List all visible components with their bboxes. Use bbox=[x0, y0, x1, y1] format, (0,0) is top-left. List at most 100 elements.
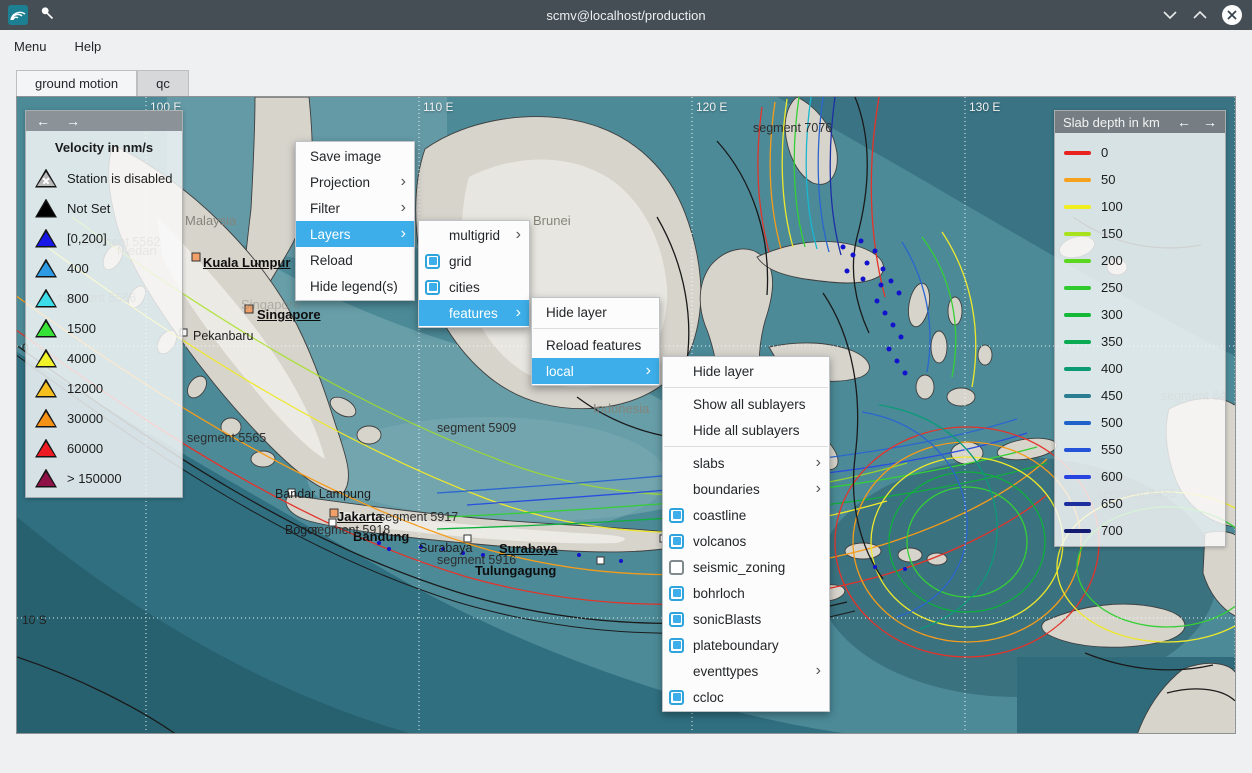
menubar-item-help[interactable]: Help bbox=[61, 35, 116, 58]
line-swatch-icon bbox=[1064, 205, 1091, 209]
menu-item-show-all-sublayers[interactable]: Show all sublayers bbox=[663, 391, 829, 417]
legend-item: 0 bbox=[1055, 139, 1225, 166]
legend-item: > 150000 bbox=[26, 463, 182, 493]
triangle-swatch-icon bbox=[35, 379, 57, 398]
menu-item-slabs[interactable]: slabs› bbox=[663, 450, 829, 476]
plateboundary-checkbox[interactable] bbox=[669, 638, 684, 653]
statusbar bbox=[0, 734, 1252, 773]
legend-item: 450 bbox=[1055, 382, 1225, 409]
sonicblasts-checkbox[interactable] bbox=[669, 612, 684, 627]
menu-item-save-image[interactable]: Save image bbox=[296, 143, 414, 169]
ccloc-checkbox[interactable] bbox=[669, 690, 684, 705]
legend-prev-arrow-icon[interactable]: ← bbox=[36, 113, 50, 129]
line-swatch-icon bbox=[1064, 448, 1091, 452]
bohrloch-checkbox[interactable] bbox=[669, 586, 684, 601]
line-swatch-icon bbox=[1064, 232, 1091, 236]
legend-item: 50 bbox=[1055, 166, 1225, 193]
legend-item: Not Set bbox=[26, 193, 182, 223]
context-menu-main: Save image Projection› Filter› Layers› R… bbox=[295, 141, 415, 301]
menu-item-seismic-zoning[interactable]: seismic_zoning bbox=[663, 554, 829, 580]
chevron-right-icon: › bbox=[516, 227, 521, 243]
seismic-zoning-checkbox[interactable] bbox=[669, 560, 684, 575]
chevron-right-icon: › bbox=[816, 455, 821, 471]
line-swatch-icon bbox=[1064, 340, 1091, 344]
menu-item-filter[interactable]: Filter› bbox=[296, 195, 414, 221]
legend-item: 100 bbox=[1055, 193, 1225, 220]
line-swatch-icon bbox=[1064, 394, 1091, 398]
chevron-right-icon: › bbox=[516, 305, 521, 321]
map-canvas[interactable]: 100 E 110 E 120 E 130 E 0 10 S Malaysia … bbox=[16, 96, 1236, 734]
menu-item-eventtypes[interactable]: eventtypes› bbox=[663, 658, 829, 684]
legend-item: 550 bbox=[1055, 436, 1225, 463]
menu-item-reload[interactable]: Reload bbox=[296, 247, 414, 273]
legend-item: 60000 bbox=[26, 433, 182, 463]
legend-item: 200 bbox=[1055, 247, 1225, 274]
legend-item: 700 bbox=[1055, 517, 1225, 544]
legend-prev-arrow-icon[interactable]: ← bbox=[1177, 114, 1191, 130]
volcanos-checkbox[interactable] bbox=[669, 534, 684, 549]
slab-legend-title: Slab depth in km bbox=[1063, 115, 1160, 130]
menu-item-hide-all-sublayers[interactable]: Hide all sublayers bbox=[663, 417, 829, 443]
coastline-checkbox[interactable] bbox=[669, 508, 684, 523]
chevron-right-icon: › bbox=[401, 226, 406, 242]
menu-item-multigrid[interactable]: multigrid› bbox=[419, 222, 529, 248]
context-menu-features: Hide layer Reload features local› bbox=[531, 297, 660, 386]
menubar: Menu Help bbox=[0, 30, 1252, 62]
menu-item-volcanos[interactable]: volcanos bbox=[663, 528, 829, 554]
velocity-legend-title: Velocity in nm/s bbox=[26, 140, 182, 155]
legend-item: 300 bbox=[1055, 301, 1225, 328]
menu-item-hide-legends[interactable]: Hide legend(s) bbox=[296, 273, 414, 299]
close-button[interactable] bbox=[1222, 5, 1242, 25]
cities-checkbox[interactable] bbox=[425, 280, 440, 295]
triangle-swatch-icon bbox=[35, 469, 57, 488]
legend-next-arrow-icon[interactable]: → bbox=[1203, 114, 1217, 130]
menu-item-cities[interactable]: cities bbox=[419, 274, 529, 300]
legend-item: 350 bbox=[1055, 328, 1225, 355]
menubar-item-menu[interactable]: Menu bbox=[0, 35, 61, 58]
legend-item: [0,200] bbox=[26, 223, 182, 253]
legend-item: 150 bbox=[1055, 220, 1225, 247]
app-logo-icon bbox=[8, 5, 28, 25]
tab-ground-motion[interactable]: ground motion bbox=[16, 70, 137, 96]
menu-item-hide-layer[interactable]: Hide layer bbox=[532, 299, 659, 325]
menu-item-coastline[interactable]: coastline bbox=[663, 502, 829, 528]
line-swatch-icon bbox=[1064, 475, 1091, 479]
menu-item-local[interactable]: local› bbox=[532, 358, 659, 384]
tabbar: ground motion qc bbox=[16, 70, 189, 96]
menu-item-boundaries[interactable]: boundaries› bbox=[663, 476, 829, 502]
triangle-swatch-icon bbox=[35, 229, 57, 248]
menu-item-reload-features[interactable]: Reload features bbox=[532, 332, 659, 358]
line-swatch-icon bbox=[1064, 502, 1091, 506]
legend-item: 12000 bbox=[26, 373, 182, 403]
legend-item: 400 bbox=[26, 253, 182, 283]
slab-legend-header: Slab depth in km ← → bbox=[1055, 111, 1225, 133]
legend-next-arrow-icon[interactable]: → bbox=[66, 113, 80, 129]
pin-icon[interactable] bbox=[40, 6, 55, 24]
maximize-button[interactable] bbox=[1192, 8, 1208, 23]
menu-item-projection[interactable]: Projection› bbox=[296, 169, 414, 195]
menu-item-features[interactable]: features› bbox=[419, 300, 529, 326]
window-title: scmv@localhost/production bbox=[0, 8, 1252, 23]
triangle-swatch-icon bbox=[35, 439, 57, 458]
context-menu-layers: multigrid› grid cities features› bbox=[418, 220, 530, 328]
grid-checkbox[interactable] bbox=[425, 254, 440, 269]
menu-item-sonicblasts[interactable]: sonicBlasts bbox=[663, 606, 829, 632]
menu-item-layers[interactable]: Layers› bbox=[296, 221, 414, 247]
triangle-swatch-icon bbox=[35, 289, 57, 308]
menu-separator bbox=[664, 446, 828, 447]
line-swatch-icon bbox=[1064, 286, 1091, 290]
legend-item: 4000 bbox=[26, 343, 182, 373]
menu-item-bohrloch[interactable]: bohrloch bbox=[663, 580, 829, 606]
tab-qc[interactable]: qc bbox=[137, 70, 189, 96]
line-swatch-icon bbox=[1064, 259, 1091, 263]
menu-item-hide-layer[interactable]: Hide layer bbox=[663, 358, 829, 384]
menu-item-grid[interactable]: grid bbox=[419, 248, 529, 274]
legend-item: 1500 bbox=[26, 313, 182, 343]
triangle-swatch-icon bbox=[35, 349, 57, 368]
legend-item: 400 bbox=[1055, 355, 1225, 382]
triangle-swatch-icon bbox=[35, 259, 57, 278]
menu-item-plateboundary[interactable]: plateboundary bbox=[663, 632, 829, 658]
menu-item-ccloc[interactable]: ccloc bbox=[663, 684, 829, 710]
legend-item: 650 bbox=[1055, 490, 1225, 517]
minimize-button[interactable] bbox=[1162, 8, 1178, 23]
